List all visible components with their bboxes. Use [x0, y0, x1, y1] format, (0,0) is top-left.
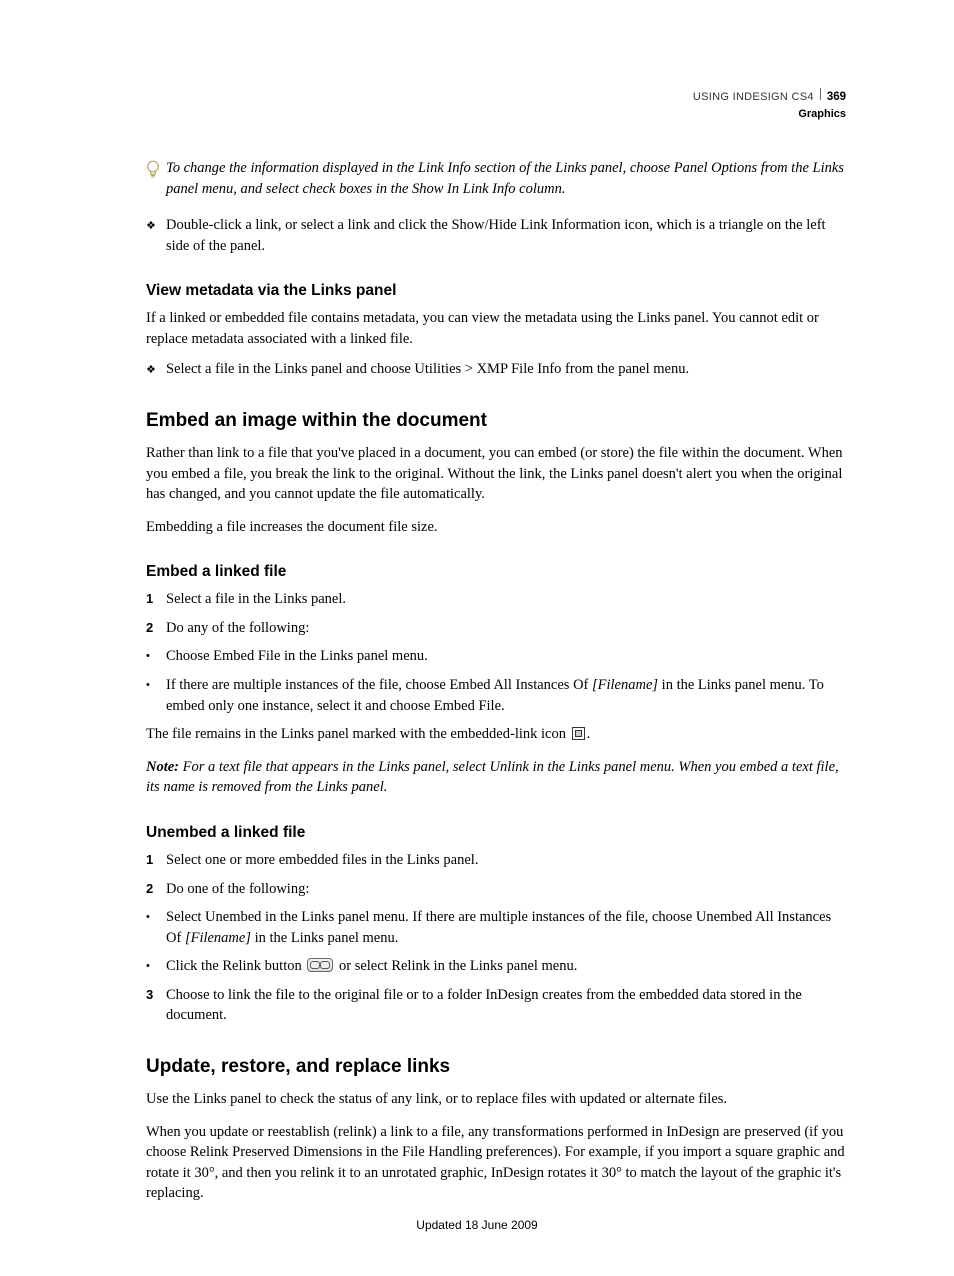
- list-item: 2 Do any of the following:: [146, 618, 846, 639]
- list-item-text: Do one of the following:: [166, 879, 846, 900]
- footer-updated: Updated 18 June 2009: [0, 1217, 954, 1234]
- tip-text: To change the information displayed in t…: [166, 158, 846, 199]
- list-item-text: Select a file in the Links panel.: [166, 589, 846, 610]
- text: The file remains in the Links panel mark…: [146, 726, 570, 742]
- list-item: 1 Select a file in the Links panel.: [146, 589, 846, 610]
- note-paragraph: Note: For a text file that appears in th…: [146, 757, 846, 798]
- text: Click the Relink button: [166, 958, 305, 974]
- header-page-number: 369: [827, 90, 846, 106]
- paragraph: The file remains in the Links panel mark…: [146, 724, 846, 745]
- running-header: USING INDESIGN CS4 369 Graphics: [693, 88, 846, 121]
- page: USING INDESIGN CS4 369 Graphics To chang…: [0, 0, 954, 1276]
- list-item-text: Select a file in the Links panel and cho…: [166, 359, 846, 380]
- list-item: If there are multiple instances of the f…: [146, 675, 846, 716]
- filename-placeholder: [Filename]: [592, 677, 658, 693]
- list-item: Choose Embed File in the Links panel men…: [146, 646, 846, 667]
- list-item: 3 Choose to link the file to the origina…: [146, 985, 846, 1026]
- list-item-text: Double-click a link, or select a link an…: [166, 215, 846, 256]
- step-number: 2: [146, 618, 166, 637]
- heading-embed-image: Embed an image within the document: [146, 408, 846, 435]
- note-label: Note:: [146, 759, 179, 775]
- lightbulb-icon: [146, 160, 162, 187]
- heading-update-restore: Update, restore, and replace links: [146, 1054, 846, 1081]
- header-product: USING INDESIGN CS4: [693, 90, 814, 105]
- list-item-text: Do any of the following:: [166, 618, 846, 639]
- text: .: [587, 726, 591, 742]
- list-item: Double-click a link, or select a link an…: [146, 215, 846, 256]
- text: or select Relink in the Links panel menu…: [339, 958, 577, 974]
- step-number: 3: [146, 985, 166, 1004]
- list-item-text: Click the Relink button or select Relink…: [166, 956, 846, 977]
- list-item-text: Choose Embed File in the Links panel men…: [166, 646, 846, 667]
- bullet-icon: [146, 675, 166, 695]
- filename-placeholder: [Filename]: [185, 930, 251, 946]
- header-section: Graphics: [693, 107, 846, 122]
- list-item: 2 Do one of the following:: [146, 879, 846, 900]
- subheading-unembed: Unembed a linked file: [146, 822, 846, 844]
- step-number: 1: [146, 850, 166, 869]
- paragraph: Use the Links panel to check the status …: [146, 1089, 846, 1110]
- list-item-text: Choose to link the file to the original …: [166, 985, 846, 1026]
- note-body: For a text file that appears in the Link…: [146, 759, 839, 796]
- list-item-text: If there are multiple instances of the f…: [166, 675, 846, 716]
- text: in the Links panel menu.: [251, 930, 398, 946]
- diamond-bullet-icon: [146, 359, 166, 379]
- bullet-icon: [146, 907, 166, 927]
- paragraph: Rather than link to a file that you've p…: [146, 443, 846, 505]
- relink-icon: [307, 958, 333, 972]
- subheading-view-metadata: View metadata via the Links panel: [146, 280, 846, 302]
- list-item: Select a file in the Links panel and cho…: [146, 359, 846, 380]
- step-number: 2: [146, 879, 166, 898]
- bullet-icon: [146, 956, 166, 976]
- list-item: Click the Relink button or select Relink…: [146, 956, 846, 977]
- paragraph: If a linked or embedded file contains me…: [146, 308, 846, 349]
- content-area: To change the information displayed in t…: [146, 158, 846, 1204]
- list-item-text: Select one or more embedded files in the…: [166, 850, 846, 871]
- subheading-embed-linked: Embed a linked file: [146, 561, 846, 583]
- paragraph: Embedding a file increases the document …: [146, 517, 846, 538]
- tip-block: To change the information displayed in t…: [146, 158, 846, 199]
- list-item: 1 Select one or more embedded files in t…: [146, 850, 846, 871]
- list-item-text: Select Unembed in the Links panel menu. …: [166, 907, 846, 948]
- list-item: Select Unembed in the Links panel menu. …: [146, 907, 846, 948]
- header-divider: [820, 88, 821, 100]
- paragraph: When you update or reestablish (relink) …: [146, 1122, 846, 1204]
- text: If there are multiple instances of the f…: [166, 677, 592, 693]
- bullet-icon: [146, 646, 166, 666]
- diamond-bullet-icon: [146, 215, 166, 235]
- embedded-link-icon: [572, 727, 585, 740]
- step-number: 1: [146, 589, 166, 608]
